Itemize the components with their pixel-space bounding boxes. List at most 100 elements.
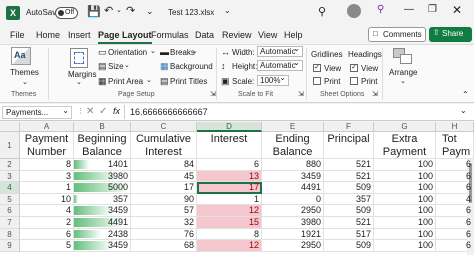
table-cell[interactable]: 5000 bbox=[74, 182, 131, 194]
table-cell[interactable]: 2950 bbox=[262, 205, 324, 217]
table-cell[interactable]: 517 bbox=[324, 228, 374, 241]
table-cell[interactable]: 100 bbox=[374, 182, 436, 194]
breaks-dropdown-icon[interactable]: ⌄ bbox=[192, 47, 198, 55]
orientation-dropdown-icon[interactable]: ⌄ bbox=[150, 47, 156, 55]
row-header[interactable]: 3 bbox=[0, 170, 20, 183]
column-header[interactable]: A bbox=[20, 122, 74, 132]
select-all-corner[interactable] bbox=[0, 122, 20, 132]
tab-insert[interactable]: Insert bbox=[68, 30, 91, 40]
name-box[interactable]: Payments... ⌄ bbox=[2, 106, 72, 119]
background-label[interactable]: Background bbox=[170, 62, 213, 71]
table-cell[interactable]: 4 bbox=[20, 205, 74, 217]
table-cell[interactable]: 5 bbox=[20, 240, 74, 252]
worksheet-grid[interactable]: A B C D E F G H 1 Payment Number Beginning Balance Cu… bbox=[0, 122, 474, 255]
table-cell[interactable]: 13 bbox=[197, 170, 262, 183]
table-cell[interactable]: 100 bbox=[374, 159, 436, 171]
table-cell[interactable]: 17 bbox=[197, 182, 262, 194]
autosave-toggle[interactable]: Off bbox=[55, 7, 78, 19]
table-cell[interactable]: 3980 bbox=[74, 170, 131, 183]
column-title[interactable]: Interest bbox=[197, 132, 262, 159]
table-cell[interactable]: 6 bbox=[436, 159, 474, 171]
arrange-label[interactable]: Arrange bbox=[389, 68, 417, 77]
table-cell[interactable]: 8 bbox=[197, 228, 262, 241]
table-cell[interactable]: 521 bbox=[324, 159, 374, 171]
table-cell[interactable]: 1921 bbox=[262, 228, 324, 241]
table-cell[interactable]: 357 bbox=[74, 193, 131, 206]
page-setup-launcher-icon[interactable]: ⇲ bbox=[210, 90, 216, 98]
collapse-ribbon-icon[interactable]: ⌃ bbox=[462, 90, 469, 99]
tab-file[interactable]: File bbox=[10, 30, 25, 40]
table-cell[interactable]: 357 bbox=[324, 193, 374, 206]
column-header[interactable]: G bbox=[374, 122, 436, 132]
column-header[interactable]: E bbox=[262, 122, 324, 132]
tab-help[interactable]: Help bbox=[284, 30, 303, 40]
table-cell[interactable]: 3459 bbox=[74, 205, 131, 217]
table-cell[interactable]: 3980 bbox=[262, 217, 324, 229]
table-cell[interactable]: 3459 bbox=[262, 170, 324, 183]
undo-icon[interactable]: ↶ bbox=[104, 4, 113, 17]
table-cell[interactable]: 8 bbox=[20, 159, 74, 171]
print-titles-label[interactable]: Print Titles bbox=[170, 77, 207, 86]
scale-stepper[interactable]: 100% bbox=[257, 73, 289, 86]
column-title[interactable]: Principal bbox=[324, 132, 374, 159]
row-header[interactable]: 6 bbox=[0, 205, 20, 217]
column-title[interactable]: Ending Balance bbox=[262, 132, 324, 159]
table-cell[interactable]: 1 bbox=[197, 193, 262, 206]
row-header[interactable]: 2 bbox=[0, 159, 20, 171]
table-cell[interactable]: 509 bbox=[324, 182, 374, 194]
sheet-options-launcher-icon[interactable]: ⇲ bbox=[372, 90, 378, 98]
save-icon[interactable]: 💾 bbox=[87, 5, 101, 18]
gridlines-print-checkbox[interactable] bbox=[313, 77, 321, 85]
size-label[interactable]: Size bbox=[108, 62, 124, 71]
table-cell[interactable]: 84 bbox=[131, 159, 197, 171]
minimize-icon[interactable]: — bbox=[404, 4, 414, 15]
column-header[interactable]: H bbox=[436, 122, 474, 132]
row-header[interactable]: 5 bbox=[0, 193, 20, 206]
tab-view[interactable]: View bbox=[258, 30, 277, 40]
table-cell[interactable]: 57 bbox=[131, 205, 197, 217]
column-header[interactable]: F bbox=[324, 122, 374, 132]
formula-input[interactable]: 16.6666666666667 bbox=[130, 107, 208, 117]
insert-function-icon[interactable]: fx bbox=[113, 106, 120, 116]
table-cell[interactable]: 6 bbox=[197, 159, 262, 171]
width-select[interactable]: Automatic bbox=[257, 44, 303, 57]
table-cell[interactable]: 90 bbox=[131, 193, 197, 206]
table-cell[interactable]: 4491 bbox=[262, 182, 324, 194]
height-select[interactable]: Automatic bbox=[257, 58, 303, 71]
close-icon[interactable]: ✕ bbox=[452, 3, 462, 17]
print-area-dropdown-icon[interactable]: ⌄ bbox=[146, 76, 152, 84]
table-cell[interactable]: 1401 bbox=[74, 159, 131, 171]
table-cell[interactable]: 0 bbox=[262, 193, 324, 206]
table-cell[interactable]: 509 bbox=[324, 205, 374, 217]
column-title[interactable]: Payment Number bbox=[20, 132, 74, 159]
table-cell[interactable]: 2950 bbox=[262, 240, 324, 252]
column-title[interactable]: Cumulative Interest bbox=[131, 132, 197, 159]
tab-home[interactable]: Home bbox=[36, 30, 60, 40]
headings-view-checkbox[interactable]: ✓ bbox=[350, 64, 358, 72]
table-cell[interactable]: 6 bbox=[436, 228, 474, 241]
table-cell[interactable]: 3 bbox=[20, 170, 74, 183]
expand-formula-bar-icon[interactable]: ⌄ bbox=[460, 106, 467, 115]
column-header[interactable]: C bbox=[131, 122, 197, 132]
tab-data[interactable]: Data bbox=[195, 30, 214, 40]
table-cell[interactable]: 509 bbox=[324, 240, 374, 252]
row-header[interactable]: 1 bbox=[0, 132, 20, 159]
table-cell[interactable]: 880 bbox=[262, 159, 324, 171]
arrange-dropdown-icon[interactable]: ⌄ bbox=[400, 77, 406, 85]
table-cell[interactable]: 521 bbox=[324, 217, 374, 229]
avatar[interactable] bbox=[347, 4, 361, 18]
table-cell[interactable]: 12 bbox=[197, 240, 262, 252]
print-area-label[interactable]: Print Area bbox=[108, 77, 143, 86]
table-cell[interactable]: 100 bbox=[374, 205, 436, 217]
tab-formulas[interactable]: Formulas bbox=[151, 30, 189, 40]
cancel-icon[interactable]: ✕ bbox=[86, 106, 94, 117]
row-header[interactable]: 9 bbox=[0, 240, 20, 252]
column-title[interactable]: Beginning Balance bbox=[74, 132, 131, 159]
row-header[interactable]: 4 bbox=[0, 182, 20, 194]
table-cell[interactable]: 100 bbox=[374, 217, 436, 229]
table-cell[interactable]: 100 bbox=[374, 240, 436, 252]
table-cell[interactable]: 1 bbox=[20, 182, 74, 194]
table-cell[interactable]: 15 bbox=[197, 217, 262, 229]
undo-dropdown-icon[interactable]: ⌄ bbox=[116, 6, 122, 14]
column-header[interactable]: B bbox=[74, 122, 131, 132]
